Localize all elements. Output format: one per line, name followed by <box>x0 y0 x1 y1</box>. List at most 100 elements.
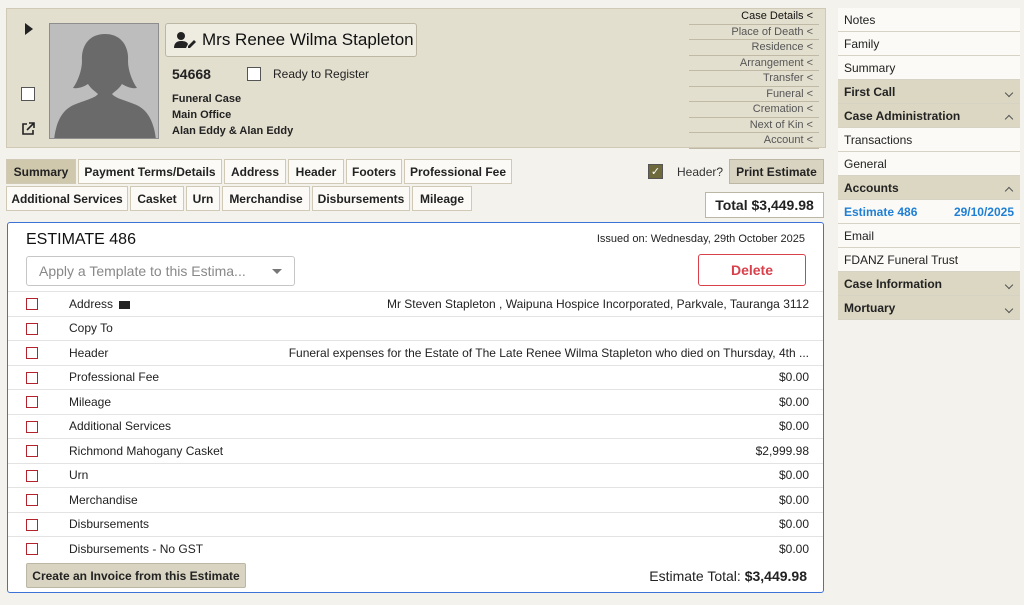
template-select[interactable]: Apply a Template to this Estima... <box>26 256 295 286</box>
case-detail-links: Case Details < Place of Death < Residenc… <box>689 9 819 149</box>
row-value: $0.00 <box>778 468 809 483</box>
row-label: Header <box>69 345 109 360</box>
header-checkbox-label: Header? <box>677 165 724 179</box>
table-row[interactable]: Richmond Mahogany Casket $2,999.98 <box>8 438 823 463</box>
estimate-panel: ESTIMATE 486 Issued on: Wednesday, 29th … <box>7 222 824 593</box>
issued-date: Issued on: Wednesday, 29th October 2025 <box>596 233 805 245</box>
tab-urn[interactable]: Urn <box>186 186 220 211</box>
row-checkbox[interactable] <box>26 494 38 506</box>
tab-summary[interactable]: Summary <box>6 159 76 184</box>
estimate-title: ESTIMATE 486 <box>26 231 136 248</box>
row-checkbox[interactable] <box>26 543 38 555</box>
detail-link-case-details[interactable]: Case Details < <box>689 9 819 25</box>
table-row[interactable]: Disbursements $0.00 <box>8 511 823 537</box>
detail-link-funeral[interactable]: Funeral < <box>689 87 819 102</box>
sidebar-item-email[interactable]: Email <box>838 224 1020 248</box>
tab-payment-terms[interactable]: Payment Terms/Details <box>78 159 222 184</box>
sidebar-section-accounts[interactable]: Accounts <box>838 176 1020 200</box>
sidebar-section-case-information[interactable]: Case Information <box>838 272 1020 296</box>
table-row[interactable]: Urn $0.00 <box>8 462 823 488</box>
row-label: Professional Fee <box>69 370 160 385</box>
sidebar-section-first-call[interactable]: First Call <box>838 80 1020 104</box>
ready-to-register-checkbox[interactable] <box>247 67 261 81</box>
row-checkbox[interactable] <box>26 371 38 384</box>
sidebar-section-case-administration[interactable]: Case Administration <box>838 104 1020 128</box>
sidebar-item-general[interactable]: General <box>838 152 1020 176</box>
tab-footers[interactable]: Footers <box>346 159 402 184</box>
tab-disbursements[interactable]: Disbursements <box>312 186 410 211</box>
row-label: Address <box>69 297 131 311</box>
row-value: $0.00 <box>778 541 809 556</box>
sidebar-item-family[interactable]: Family <box>838 32 1020 56</box>
table-row[interactable]: Header Funeral expenses for the Estate o… <box>8 340 823 365</box>
client-name-button[interactable]: Mrs Renee Wilma Stapleton <box>165 23 417 57</box>
detail-link-residence[interactable]: Residence < <box>689 40 819 56</box>
tab-merchandise[interactable]: Merchandise <box>222 186 310 211</box>
popout-icon[interactable] <box>21 122 35 136</box>
estimate-total: Estimate Total: $3,449.98 <box>649 568 807 584</box>
expand-triangle-icon[interactable] <box>25 23 33 35</box>
estimate-rows: Address Mr Steven Stapleton , Waipuna Ho… <box>8 291 823 561</box>
table-row[interactable]: Copy To <box>8 315 823 341</box>
sidebar-item-estimate-486[interactable]: Estimate 486 29/10/2025 <box>838 200 1020 224</box>
case-number: 54668 <box>172 66 211 82</box>
row-value: $0.00 <box>778 492 809 507</box>
tab-casket[interactable]: Casket <box>130 186 184 211</box>
detail-link-cremation[interactable]: Cremation < <box>689 102 819 118</box>
sidebar-item-transactions[interactable]: Transactions <box>838 128 1020 152</box>
envelope-icon <box>119 300 131 309</box>
row-checkbox[interactable] <box>26 347 38 359</box>
select-case-checkbox[interactable] <box>21 87 35 101</box>
delete-button[interactable]: Delete <box>698 254 806 286</box>
table-row[interactable]: Professional Fee $0.00 <box>8 364 823 390</box>
table-row[interactable]: Merchandise $0.00 <box>8 487 823 512</box>
row-value: $2,999.98 <box>755 443 809 458</box>
table-row[interactable]: Additional Services $0.00 <box>8 413 823 439</box>
detail-link-transfer[interactable]: Transfer < <box>689 71 819 87</box>
row-label: Urn <box>69 468 89 483</box>
case-header: Mrs Renee Wilma Stapleton 54668 Ready to… <box>6 8 826 149</box>
row-checkbox[interactable] <box>26 420 38 433</box>
tab-header[interactable]: Header <box>288 159 344 184</box>
row-checkbox[interactable] <box>26 298 38 310</box>
sidebar-item-fdanz-funeral-trust[interactable]: FDANZ Funeral Trust <box>838 248 1020 272</box>
row-label: Disbursements <box>69 517 150 532</box>
tab-professional-fee[interactable]: Professional Fee <box>404 159 512 184</box>
row-checkbox[interactable] <box>26 322 38 335</box>
table-row[interactable]: Mileage $0.00 <box>8 389 823 414</box>
row-checkbox[interactable] <box>26 445 38 457</box>
table-row[interactable]: Address Mr Steven Stapleton , Waipuna Ho… <box>8 291 823 316</box>
print-estimate-button[interactable]: Print Estimate <box>729 159 824 184</box>
row-label: Mileage <box>69 394 112 409</box>
sidebar-item-summary[interactable]: Summary <box>838 56 1020 80</box>
template-placeholder: Apply a Template to this Estima... <box>39 263 246 279</box>
sidebar-item-notes[interactable]: Notes <box>838 8 1020 32</box>
row-label: Copy To <box>69 321 113 336</box>
detail-link-account[interactable]: Account < <box>689 133 819 149</box>
total-display: Total $3,449.98 <box>705 192 824 218</box>
row-checkbox[interactable] <box>26 469 38 482</box>
edit-person-icon <box>174 32 196 48</box>
client-name: Mrs Renee Wilma Stapleton <box>202 30 414 49</box>
row-checkbox[interactable] <box>26 518 38 531</box>
chevron-down-icon <box>272 269 282 274</box>
row-checkbox[interactable] <box>26 396 38 408</box>
row-value: $0.00 <box>778 394 809 409</box>
tab-additional-services[interactable]: Additional Services <box>6 186 128 211</box>
detail-link-place-of-death[interactable]: Place of Death < <box>689 25 819 40</box>
create-invoice-button[interactable]: Create an Invoice from this Estimate <box>26 563 246 588</box>
chevron-down-icon <box>1004 280 1014 290</box>
chevron-down-icon <box>1004 88 1014 98</box>
sidebar: Notes Family Summary First Call Case Adm… <box>838 8 1020 320</box>
row-value: Funeral expenses for the Estate of The L… <box>288 345 809 360</box>
tab-address[interactable]: Address <box>224 159 286 184</box>
staff-line: Alan Eddy & Alan Eddy <box>172 125 294 137</box>
tab-mileage[interactable]: Mileage <box>412 186 472 211</box>
detail-link-arrangement[interactable]: Arrangement < <box>689 56 819 71</box>
office: Main Office <box>172 109 232 121</box>
row-label: Richmond Mahogany Casket <box>69 443 224 458</box>
table-row[interactable]: Disbursements - No GST $0.00 <box>8 536 823 561</box>
detail-link-next-of-kin[interactable]: Next of Kin < <box>689 118 819 133</box>
header-checkbox[interactable]: ✓ <box>648 164 663 179</box>
sidebar-section-mortuary[interactable]: Mortuary <box>838 296 1020 320</box>
